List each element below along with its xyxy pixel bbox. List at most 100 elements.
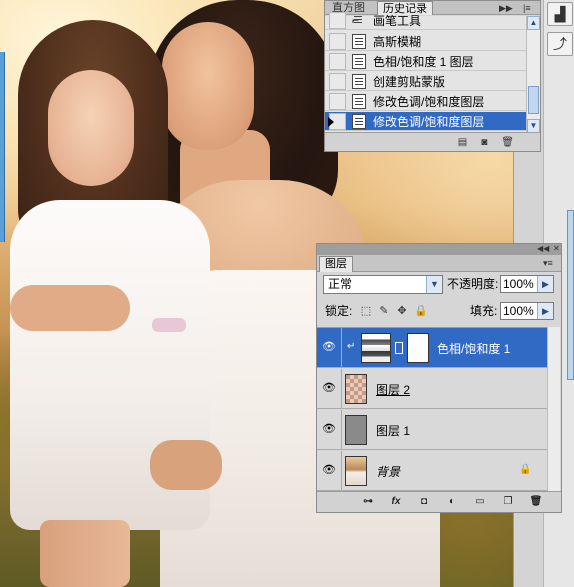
new-group-icon[interactable]: ▭ <box>473 495 487 509</box>
chevron-right-icon[interactable]: ▶ <box>537 276 553 292</box>
divider <box>341 451 342 491</box>
blend-opacity-row: 正常 ▼ 不透明度: 100% ▶ <box>317 275 561 299</box>
lock-all-icon[interactable]: 🔒 <box>414 305 428 317</box>
history-item[interactable]: 修改色调/饱和度图层 <box>325 92 527 111</box>
adjustment-layer-create-icon[interactable]: ◐ <box>445 495 459 509</box>
history-item[interactable]: 色相/饱和度 1 图层 <box>325 52 527 71</box>
canvas-vertical-scrollbar[interactable] <box>567 210 574 380</box>
history-item-label: 修改色调/饱和度图层 <box>373 94 485 109</box>
scroll-down-icon[interactable]: ▼ <box>527 119 540 133</box>
new-snapshot-icon[interactable]: ◙ <box>481 137 487 148</box>
history-item[interactable]: 创建剪贴蒙版 <box>325 72 527 91</box>
lock-transparent-icon[interactable]: ⬚ <box>360 305 372 317</box>
layer-row-selected[interactable]: 👁 ↵ 色相/饱和度 1 <box>317 328 547 368</box>
layers-footer: ⊶ fx ◘ ◐ ▭ ❐ 🗑 <box>317 491 561 512</box>
photo-girl-arm <box>10 285 130 331</box>
layer-name[interactable]: 图层 2 <box>376 381 410 398</box>
lock-fill-row: 锁定: ⬚ ✎ ✥ 🔒 填充: 100% ▶ <box>317 302 561 326</box>
layer-name[interactable]: 色相/饱和度 1 <box>437 340 510 357</box>
history-snapshot-checkbox[interactable] <box>329 11 346 29</box>
history-list: ⌐ 画笔工具 高斯模糊 色相/饱和度 1 图层 创建剪贴蒙版 修改色调/饱和度图… <box>325 11 527 133</box>
chevron-down-icon: ▼ <box>426 276 442 293</box>
layer-name[interactable]: 背景 <box>376 463 400 480</box>
scroll-up-icon[interactable]: ▲ <box>527 16 540 30</box>
history-snapshot-checkbox[interactable] <box>328 112 346 130</box>
layer-thumbnail <box>345 415 367 445</box>
history-item[interactable]: 高斯模糊 <box>325 32 527 51</box>
eye-icon[interactable]: 👁 <box>321 381 337 395</box>
lock-image-icon[interactable]: ✎ <box>378 305 390 317</box>
divider <box>341 369 342 409</box>
eye-icon[interactable]: 👁 <box>321 463 337 477</box>
eye-icon[interactable]: 👁 <box>321 422 337 436</box>
fill-label: 填充: <box>470 304 498 318</box>
history-state-icon <box>352 53 366 69</box>
link-icon <box>395 342 403 354</box>
lock-position-icon[interactable]: ✥ <box>396 305 408 317</box>
layer-row[interactable]: 👁 背景 🔒 <box>317 451 547 491</box>
histogram-panel-icon[interactable]: ▟ <box>547 2 573 26</box>
history-panel: 直方图 历史记录 ▶▶ |≡ ⌐ 画笔工具 高斯模糊 色相/饱和度 1 图层 创… <box>324 0 541 152</box>
delete-layer-icon[interactable]: 🗑 <box>529 495 543 509</box>
blend-mode-select[interactable]: 正常 ▼ <box>323 275 443 294</box>
tab-layers[interactable]: 图层 <box>319 256 353 272</box>
left-panel-edge[interactable] <box>0 52 5 242</box>
scroll-thumb[interactable] <box>528 86 539 114</box>
fill-field[interactable]: 100% ▶ <box>500 302 554 320</box>
history-item-label: 修改色调/饱和度图层 <box>373 114 485 129</box>
opacity-value: 100% <box>503 277 534 291</box>
link-layers-icon[interactable]: ⊶ <box>361 495 375 509</box>
history-panel-icon[interactable]: ⤴ <box>547 32 573 56</box>
layers-list: 👁 ↵ 色相/饱和度 1 👁 图层 2 👁 图层 1 👁 背景 🔒 <box>317 327 547 491</box>
blend-mode-value: 正常 <box>328 277 353 291</box>
close-icon[interactable]: ✕ <box>553 244 560 254</box>
history-state-icon <box>352 93 366 109</box>
add-mask-icon[interactable]: ◘ <box>417 495 431 509</box>
collapse-icon[interactable]: ◀◀ <box>537 244 549 254</box>
history-snapshot-checkbox[interactable] <box>329 92 346 110</box>
photo-woman-face <box>162 22 254 150</box>
history-scrollbar[interactable]: ▲ ▼ <box>526 16 540 133</box>
chevron-right-icon[interactable]: ▶ <box>537 303 553 319</box>
divider <box>341 328 342 368</box>
layers-titlebar: ◀◀ ✕ <box>317 244 561 255</box>
layer-style-icon[interactable]: fx <box>389 495 403 509</box>
photo-bracelet <box>152 318 186 332</box>
history-snapshot-checkbox[interactable] <box>329 72 346 90</box>
history-item-label: 画笔工具 <box>373 13 422 28</box>
photo-girl-face <box>48 70 134 186</box>
layer-thumbnail <box>345 456 367 486</box>
eye-icon[interactable]: 👁 <box>321 340 337 354</box>
delete-state-icon[interactable]: 🗑 <box>501 137 514 148</box>
layer-name[interactable]: 图层 1 <box>376 422 410 439</box>
opacity-label: 不透明度: <box>447 277 499 291</box>
fill-value: 100% <box>503 304 534 318</box>
layers-scrollbar[interactable] <box>547 327 560 491</box>
layer-row[interactable]: 👁 图层 1 <box>317 410 547 450</box>
photo-hand <box>150 440 222 490</box>
history-state-icon <box>352 33 366 49</box>
photo-girl-legs <box>40 520 130 587</box>
history-footer: ▤ ◙ 🗑 <box>325 132 540 151</box>
layers-panel: ◀◀ ✕ 图层 ▾≡ 正常 ▼ 不透明度: 100% ▶ 锁定: ⬚ ✎ ✥ 🔒… <box>316 243 562 513</box>
history-item-label: 创建剪贴蒙版 <box>373 74 446 89</box>
new-document-from-state-icon[interactable]: ▤ <box>458 137 467 148</box>
divider <box>341 410 342 450</box>
history-item-selected[interactable]: 修改色调/饱和度图层 <box>325 112 527 131</box>
history-snapshot-checkbox[interactable] <box>329 32 346 50</box>
history-item[interactable]: ⌐ 画笔工具 <box>325 11 527 30</box>
layers-tabbar: 图层 ▾≡ <box>317 255 561 272</box>
history-state-icon <box>352 73 366 89</box>
layer-row[interactable]: 👁 图层 2 <box>317 369 547 409</box>
adjustment-layer-icon <box>361 333 391 363</box>
panel-menu-icon[interactable]: ▾≡ <box>543 257 553 269</box>
history-state-arrow-icon <box>328 116 334 127</box>
layer-mask-thumbnail[interactable] <box>407 333 429 363</box>
lock-icon: 🔒 <box>519 464 532 475</box>
history-snapshot-checkbox[interactable] <box>329 52 346 70</box>
lock-label: 锁定: <box>325 304 353 318</box>
history-item-label: 色相/饱和度 1 图层 <box>373 54 474 69</box>
new-layer-icon[interactable]: ❐ <box>501 495 515 509</box>
opacity-field[interactable]: 100% ▶ <box>500 275 554 293</box>
brush-icon: ⌐ <box>352 13 366 28</box>
